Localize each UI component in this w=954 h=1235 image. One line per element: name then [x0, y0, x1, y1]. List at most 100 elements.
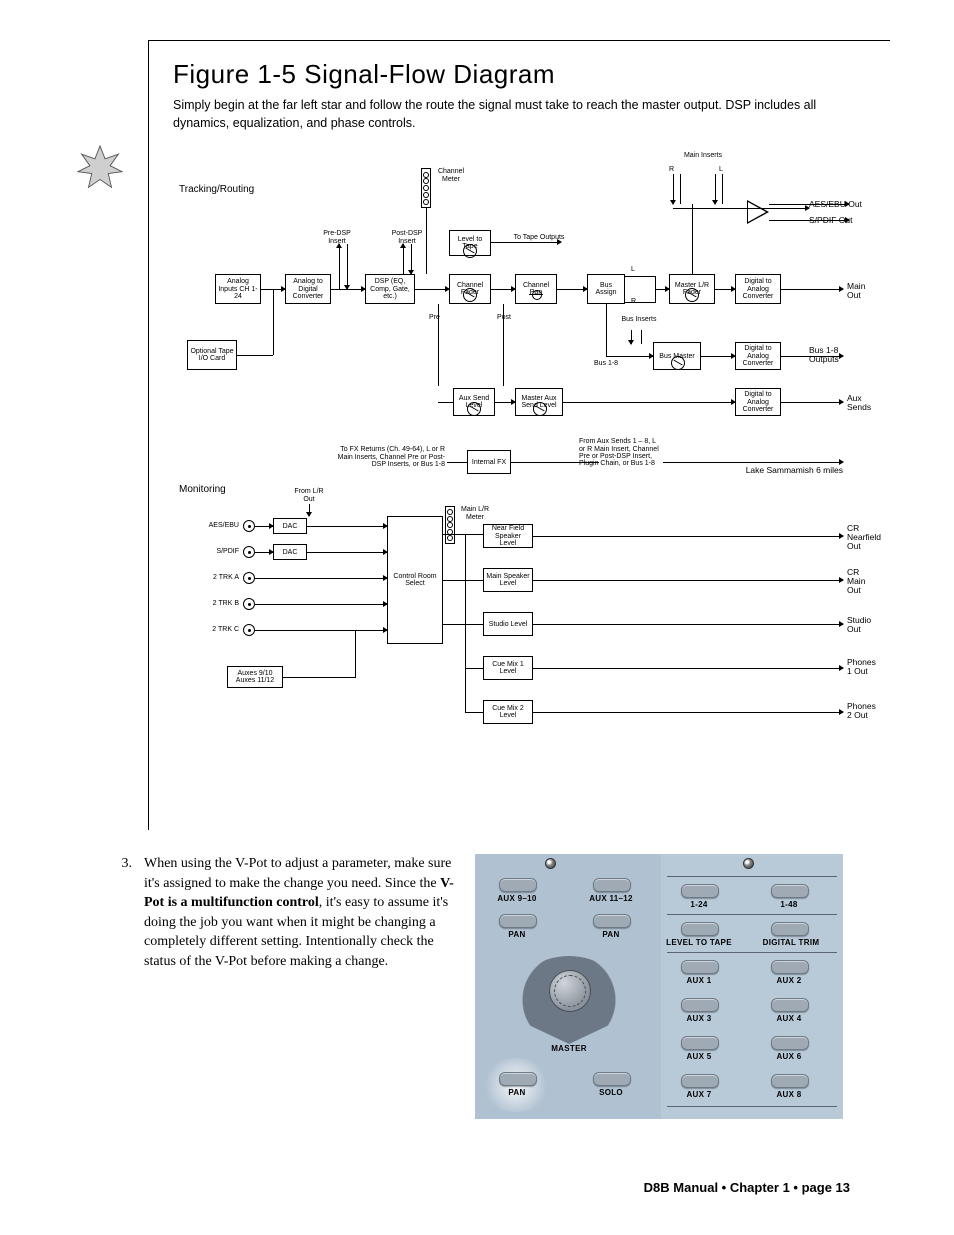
line [563, 402, 735, 403]
label-l2: L [631, 266, 635, 273]
solo-button[interactable] [593, 1072, 631, 1086]
label-from-aux: From Aux Sends 1 – 8, L or R Main Insert… [579, 438, 661, 467]
label-fx-returns: To FX Returns (Ch. 49-64), L or R Main I… [325, 446, 445, 468]
line [491, 242, 561, 243]
box-main-spk: Main Speaker Level [483, 568, 533, 592]
label-aes: AES/EBU [199, 522, 239, 529]
label-bus-inserts: Bus Inserts [621, 316, 657, 323]
label-aux3: AUX 3 [669, 1014, 729, 1023]
line [465, 668, 483, 669]
meter-icon [445, 506, 455, 544]
line [625, 276, 655, 277]
label-aux8: AUX 8 [759, 1090, 819, 1099]
line [465, 712, 483, 713]
line [533, 712, 843, 713]
label-lake: Lake Sammamish 6 miles [723, 466, 843, 475]
vpot-knob[interactable] [513, 956, 625, 1044]
line [273, 289, 274, 355]
box-dac-main: Digital to Analog Converter [735, 274, 781, 304]
box-dac1: DAC [273, 518, 307, 534]
pan-left-button[interactable] [499, 914, 537, 928]
conn-icon [243, 572, 255, 584]
lower-section: 3. When using the V-Pot to adjust a para… [118, 854, 890, 1119]
bank-1-24-button[interactable] [681, 884, 719, 898]
aux-3-button[interactable] [681, 998, 719, 1012]
item-text: When using the V-Pot to adjust a paramet… [144, 854, 458, 972]
label-aux7: AUX 7 [669, 1090, 729, 1099]
label-aux910: AUX 9–10 [487, 894, 547, 903]
figure-1-5: Figure 1-5 Signal-Flow Diagram Simply be… [148, 40, 890, 830]
text: Analog to Digital Converter [288, 278, 328, 300]
aux-2-button[interactable] [771, 960, 809, 974]
line [606, 356, 653, 357]
aux-7-button[interactable] [681, 1074, 719, 1088]
line [255, 526, 273, 527]
out-cr-near: CR Nearfield Out [847, 524, 881, 551]
label-solo: SOLO [581, 1088, 641, 1097]
text: Cue Mix 2 Level [486, 705, 530, 720]
line [355, 630, 356, 678]
aux-9-10-button[interactable] [499, 878, 537, 892]
line [426, 208, 427, 274]
line [722, 174, 723, 204]
line [606, 304, 607, 356]
pan-icon [529, 290, 543, 300]
bank-1-48-button[interactable] [771, 884, 809, 898]
digital-trim-button[interactable] [771, 922, 809, 936]
label-spdif: S/PDIF [199, 548, 239, 555]
label-aux2: AUX 2 [759, 976, 819, 985]
line [680, 174, 681, 204]
text: Control Room Select [390, 573, 440, 588]
label-main-lr-meter: Main L/R Meter [455, 506, 495, 521]
text: Optional Tape I/O Card [190, 348, 234, 363]
box-bus-assign: Bus Assign [587, 274, 625, 304]
out-studio: Studio Out [847, 616, 871, 634]
aux-11-12-button[interactable] [593, 878, 631, 892]
aux-1-button[interactable] [681, 960, 719, 974]
label-bus18: Bus 1-8 [589, 360, 623, 367]
box-near-field: Near Field Speaker Level [483, 524, 533, 548]
divider [667, 914, 837, 915]
pan-bottom-button[interactable] [499, 1072, 537, 1086]
line [692, 204, 693, 274]
section-tracking: Tracking/Routing [179, 184, 254, 195]
box-dac-bus: Digital to Analog Converter [735, 342, 781, 370]
aux-4-button[interactable] [771, 998, 809, 1012]
section-monitoring: Monitoring [179, 484, 226, 495]
aux-column: 1-24 1-48 LEVEL TO TAPE DIGITAL TRIM AUX… [661, 854, 843, 1119]
line [443, 624, 483, 625]
divider [667, 1106, 837, 1107]
conn-icon [243, 520, 255, 532]
label-main-inserts: Main Inserts [675, 152, 731, 159]
line [701, 356, 735, 357]
label-to-tape-outputs: To Tape Outputs [509, 234, 569, 241]
aux-6-button[interactable] [771, 1036, 809, 1050]
line [491, 289, 515, 290]
pan-right-button[interactable] [593, 914, 631, 928]
out-aes: AES/EBU Out [809, 200, 862, 209]
box-internal-fx: Internal FX [467, 450, 511, 474]
text: Digital to Analog Converter [738, 391, 778, 413]
text: Bus Assign [590, 282, 622, 297]
conn-icon [243, 598, 255, 610]
line [347, 244, 348, 289]
line [715, 174, 716, 204]
conn-icon [243, 624, 255, 636]
aux-5-button[interactable] [681, 1036, 719, 1050]
line [255, 604, 387, 605]
label-trkc: 2 TRK C [199, 626, 239, 633]
line [443, 534, 483, 535]
line [438, 304, 439, 386]
box-studio: Studio Level [483, 612, 533, 636]
line [533, 668, 843, 669]
label-trka: 2 TRK A [199, 574, 239, 581]
box-analog-inputs: Analog Inputs CH 1-24 [215, 274, 261, 304]
aux-8-button[interactable] [771, 1074, 809, 1088]
line [781, 289, 843, 290]
line [443, 580, 483, 581]
conn-icon [243, 546, 255, 558]
out-spdif: S/PDIF Out [809, 216, 852, 225]
line [438, 402, 453, 403]
channel-meter-icon [421, 168, 431, 208]
level-to-tape-button[interactable] [681, 922, 719, 936]
